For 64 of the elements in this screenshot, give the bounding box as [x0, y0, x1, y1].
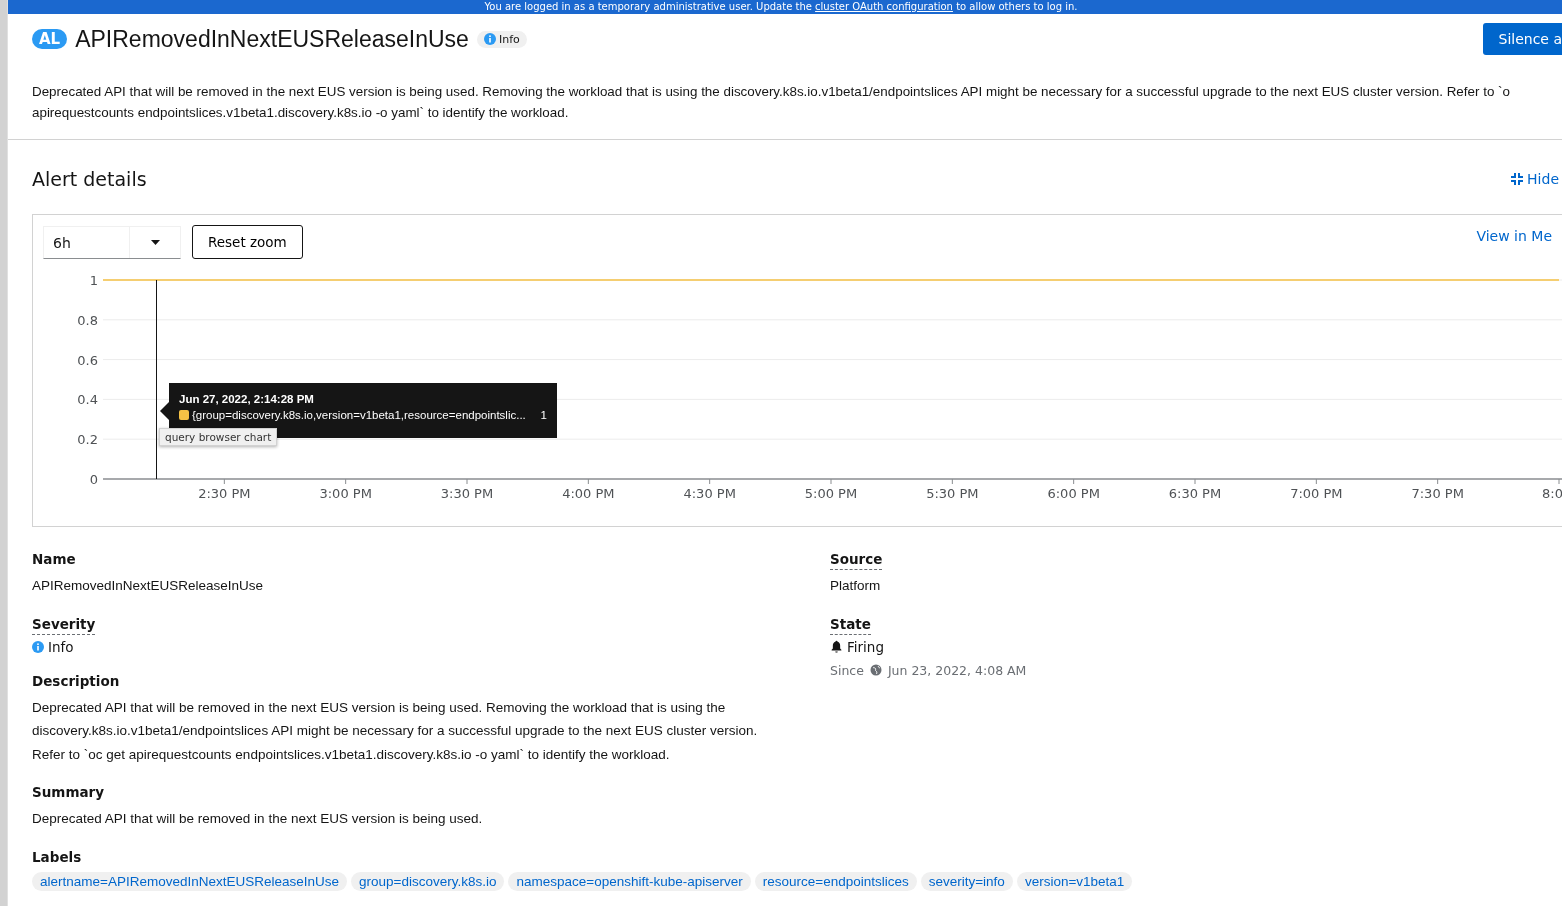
info-icon [32, 640, 44, 653]
page-title: APIRemovedInNextEUSReleaseInUse [75, 25, 469, 53]
axis-tick-label: 0.2 [77, 432, 98, 448]
field-label: Name [32, 551, 76, 569]
tooltip-series: {group=discovery.k8s.io,version=v1beta1,resource=endpointslic... [192, 409, 526, 421]
compress-icon [1511, 173, 1524, 185]
axis-tick-label: 2:30 PM [198, 486, 251, 501]
reset-zoom-button[interactable]: Reset zoom [192, 225, 303, 259]
tooltip-time: Jun 27, 2022, 2:14:28 PM [179, 393, 315, 405]
time-range-select[interactable]: 6h [43, 225, 181, 259]
resource-badge: AL [32, 29, 68, 49]
axis-tick-label: 8:0 [1542, 486, 1562, 501]
legend-swatch [179, 410, 189, 420]
axis-tick-label: 6:00 PM [1047, 486, 1100, 501]
field-label: Source [830, 551, 883, 570]
since-label: Since [830, 662, 864, 678]
label-chip[interactable]: alertname=APIRemovedInNextEUSReleaseInUse [32, 871, 348, 891]
field-value: APIRemovedInNextEUSReleaseInUse [32, 577, 265, 595]
caret-icon [150, 239, 160, 245]
field-value: Deprecated API that will be removed in the next EUS version is being used. [32, 810, 484, 828]
axis-tick-label: 5:00 PM [804, 486, 858, 501]
axis-tick-label: 6:30 PM [1168, 486, 1222, 501]
bell-icon [830, 640, 843, 653]
axis-tick-label: 7:30 PM [1411, 486, 1464, 501]
axis-tick-label: 3:00 PM [319, 486, 372, 501]
section-title: Alert details [32, 168, 147, 190]
label-chip[interactable]: severity=info [920, 871, 1013, 891]
field-label: Labels [32, 848, 82, 867]
browser-tooltip: query browser chart [159, 428, 278, 446]
label-chip[interactable]: resource=endpointslices [754, 871, 917, 891]
since-timestamp: Jun 23, 2022, 4:08 AM [887, 662, 1027, 678]
axis-tick-label: 4:30 PM [683, 486, 736, 501]
banner-link[interactable]: cluster OAuth configuration [815, 1, 953, 12]
label-chip[interactable]: group=discovery.k8s.io [351, 871, 505, 891]
banner-text: to allow others to log in. [956, 1, 1078, 12]
silence-button[interactable]: Silence a [1482, 23, 1562, 55]
axis-tick-label: 0.4 [77, 392, 98, 408]
tooltip-value: 1 [539, 409, 547, 421]
globe-icon [869, 664, 882, 676]
axis-tick-label: 0 [89, 472, 98, 487]
field-value: Firing [847, 638, 884, 655]
axis-tick-label: 0.8 [77, 312, 98, 328]
description-text: apirequestcounts endpointslices.v1beta1.discovery.k8s.io -o yaml` to identify the workload. [32, 104, 570, 122]
info-icon [483, 33, 496, 45]
field-label: State [830, 615, 871, 635]
severity-badge: Info [476, 30, 527, 48]
axis-tick-label: 5:30 PM [926, 486, 979, 501]
field-label: Summary [32, 784, 105, 802]
field-label: Description [32, 672, 120, 691]
axis-tick-label: 7:00 PM [1290, 486, 1343, 501]
label-chip[interactable]: version=v1beta1 [1016, 871, 1133, 891]
field-value: Info [48, 638, 74, 655]
field-value: Platform [830, 577, 882, 595]
axis-tick-label: 3:30 PM [440, 486, 494, 501]
banner-text: You are logged in as a temporary administrative user. Update the [484, 1, 812, 12]
description-text: Deprecated API that will be removed in the next EUS version is being used. Removing the workload that is using the discovery.k8s.io.v1beta1/endpointslices API might be necessary for a successful upgrade to the next EUS cluster version. Refer to `o [32, 83, 1511, 101]
field-value: Deprecated API that will be removed in the next EUS version is being used. Removing the workload that is using the discovery.k8s.io.v1beta1/endpointslices API might be necessary for a successful upgrade to the next EUS cluster version. Refer to `oc get apirequestcounts endpointslices.v1beta1.discovery.k8s.io -o yaml` to identify the workload. [32, 698, 759, 764]
axis-tick-label: 1 [89, 273, 98, 288]
axis-tick-label: 4:00 PM [562, 486, 615, 501]
label-chip[interactable]: namespace=openshift-kube-apiserver [508, 871, 751, 891]
hide-link[interactable]: Hide [1511, 171, 1562, 187]
field-label: Severity [32, 615, 96, 635]
metrics-link[interactable]: View in Me [1476, 228, 1552, 244]
axis-tick-label: 0.6 [77, 352, 98, 368]
